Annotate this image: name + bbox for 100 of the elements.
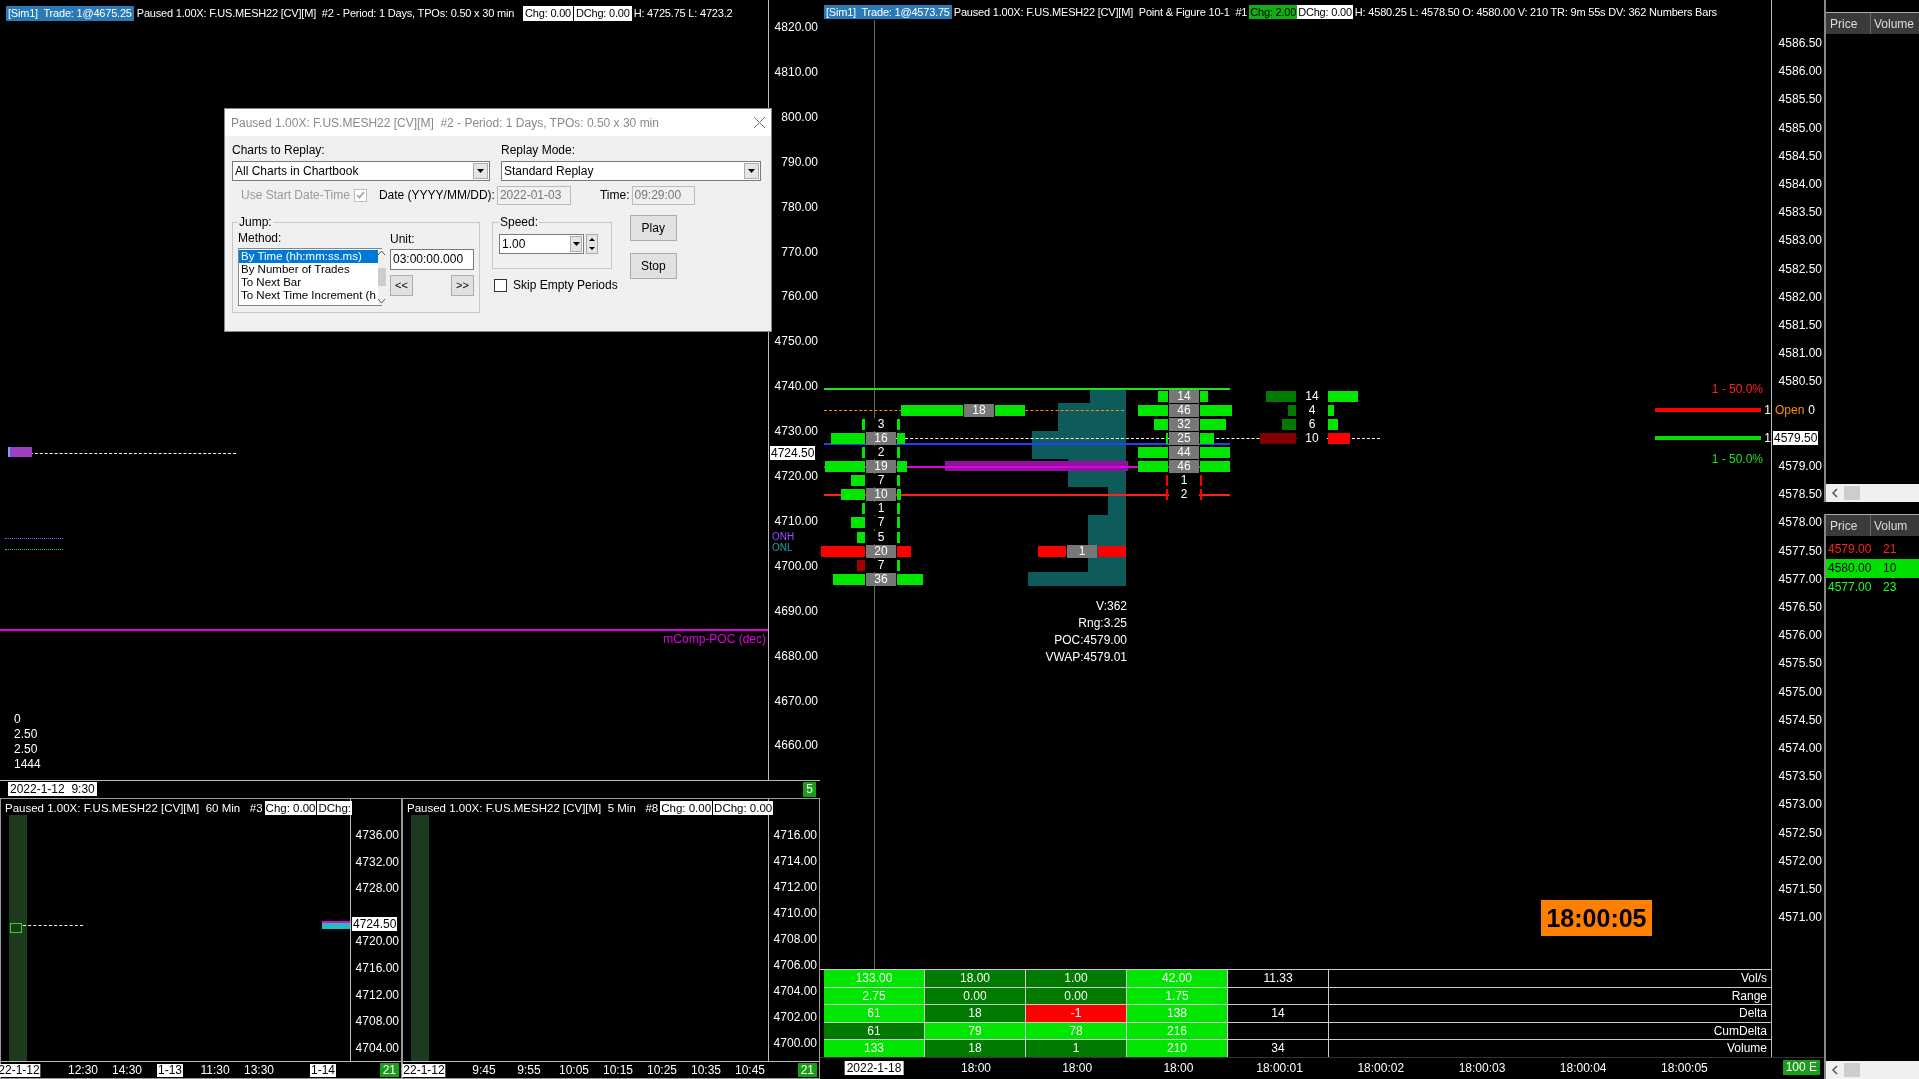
dropdown-button[interactable] bbox=[473, 163, 488, 179]
order-quantity: 1 bbox=[1764, 430, 1771, 445]
volume-profile-drawing bbox=[322, 921, 350, 929]
axis-label: 4576.00 bbox=[1778, 628, 1822, 643]
group-label: Jump: bbox=[238, 214, 273, 231]
time-axis-label: 9:55 bbox=[516, 1064, 542, 1077]
axis-label: 4573.00 bbox=[1778, 797, 1822, 812]
method-list-item[interactable]: By Number of Trades bbox=[239, 263, 378, 276]
footprint-cell: 18 bbox=[964, 403, 994, 417]
footprint-cell: 46 bbox=[1169, 403, 1199, 417]
field-label: Time: bbox=[599, 187, 630, 204]
field-label: Unit: bbox=[390, 232, 416, 246]
field-label: Date (YYYY/MM/DD): bbox=[378, 187, 495, 204]
axis-label: 4680.00 bbox=[774, 648, 818, 663]
volume-bar bbox=[1328, 390, 1358, 402]
volume-bar bbox=[901, 404, 963, 416]
level-line bbox=[5, 538, 63, 539]
stats-cell: -1 bbox=[1026, 1005, 1127, 1023]
level-label: ONH bbox=[772, 532, 795, 542]
scrollbar[interactable] bbox=[377, 249, 386, 305]
time-axis-label: 13:30 bbox=[243, 1064, 275, 1077]
axis-label: 4736.00 bbox=[355, 828, 399, 842]
volume-bar bbox=[1328, 432, 1350, 444]
unit-field[interactable]: 03:00:00.000 bbox=[390, 249, 474, 270]
footprint-cell: 10 bbox=[1297, 431, 1327, 445]
axis-label: 4710.00 bbox=[774, 513, 818, 528]
scrollbar-thumb[interactable] bbox=[1844, 486, 1860, 500]
time-axis-label: 18:00 bbox=[1062, 1061, 1093, 1075]
spin-down-icon[interactable] bbox=[589, 247, 595, 250]
axis-label: 4572.50 bbox=[1778, 825, 1822, 840]
play-button[interactable]: Play bbox=[629, 215, 677, 241]
spin-up-icon[interactable] bbox=[589, 238, 595, 241]
scroll-down-icon[interactable] bbox=[378, 299, 386, 303]
axis-label: 4584.00 bbox=[1778, 177, 1822, 191]
dropdown-select[interactable]: All Charts in Chartbook bbox=[232, 161, 490, 181]
price-cell-text: 4577.00 bbox=[1827, 579, 1871, 596]
axis-label: 4714.00 bbox=[773, 854, 817, 868]
dom-row[interactable]: 4579.00 21 bbox=[1826, 540, 1919, 559]
close-icon[interactable] bbox=[754, 117, 765, 128]
dropdown-select[interactable]: Standard Replay bbox=[501, 161, 761, 181]
axis-label: 4583.00 bbox=[1778, 233, 1822, 248]
axis-label: 4580.50 bbox=[1778, 374, 1822, 389]
scrollbar-thumb[interactable] bbox=[1844, 1063, 1860, 1077]
dropdown-button[interactable] bbox=[744, 163, 759, 179]
spin-buttons[interactable] bbox=[586, 234, 598, 254]
time-axis-label: 10:45 bbox=[734, 1064, 766, 1077]
checkbox-label: Use Start Date-Time bbox=[241, 187, 350, 204]
axis-label: 4704.00 bbox=[355, 1040, 399, 1055]
axis-label: 4690.00 bbox=[774, 603, 818, 618]
order-label: 1 - 50.0% bbox=[1711, 451, 1763, 466]
method-list-item[interactable]: To Next Bar bbox=[239, 276, 378, 289]
volume-bar bbox=[851, 517, 865, 529]
footprint-cell: 10 bbox=[866, 488, 896, 502]
stats-cell: 18 bbox=[925, 1040, 1026, 1058]
bar-counter: 21 bbox=[797, 1063, 817, 1077]
chart-title: Paused 1.00X: F.US.MESH22 [CV][M] 5 Min #8 bbox=[407, 801, 660, 815]
back-button[interactable]: << bbox=[390, 275, 413, 296]
group-label: Speed: bbox=[499, 214, 540, 231]
forward-button[interactable]: >> bbox=[451, 275, 474, 296]
bar-details: H: 4580.25 L: 4578.50 O: 4580.00 V: 210 TR: 9m 55s DV: 362 Numbers Bars bbox=[1353, 5, 1718, 19]
axis-label: 4810.00 bbox=[774, 64, 818, 79]
volume-bar bbox=[1288, 404, 1296, 416]
dom-row[interactable]: 4577.00 23 bbox=[1826, 578, 1919, 597]
volume-bar bbox=[897, 517, 900, 529]
axis-label: 4700.00 bbox=[774, 558, 818, 573]
stats-row-label: Volume bbox=[1329, 1040, 1771, 1058]
volume-bar bbox=[1282, 418, 1296, 430]
change-label: Chg: 0.00 bbox=[523, 6, 573, 21]
account-label: [Sim1] Trade: 1@4573.75 bbox=[824, 5, 952, 19]
volume-bar bbox=[897, 573, 923, 585]
scrollbar-thumb[interactable] bbox=[377, 268, 386, 286]
axis-label: 770.00 bbox=[781, 244, 818, 259]
stats-cell: 1.00 bbox=[1026, 970, 1127, 988]
volume-bar bbox=[857, 559, 865, 571]
dom-row[interactable]: 4580.00 10 bbox=[1826, 559, 1919, 578]
order-label: 1 - 50.0% bbox=[1711, 381, 1763, 396]
open-value: 0 bbox=[1808, 402, 1816, 417]
time-axis-label: 18:00:05 bbox=[1661, 1061, 1708, 1075]
price-marker: 4724.50 bbox=[352, 917, 398, 931]
volume-bar bbox=[1200, 404, 1232, 416]
axis-label: 4706.00 bbox=[773, 958, 817, 972]
stop-button[interactable]: Stop bbox=[629, 253, 677, 279]
stats-cell: 18.00 bbox=[925, 970, 1026, 988]
checkbox[interactable] bbox=[494, 278, 507, 292]
volume-bar bbox=[851, 475, 865, 487]
checkbox-label: Skip Empty Periods bbox=[513, 277, 618, 294]
axis-label: 4579.00 bbox=[1778, 459, 1822, 473]
high-low-label: H: 4725.75 L: 4723.2 bbox=[632, 6, 734, 21]
axis-label: 4574.50 bbox=[1778, 712, 1822, 727]
axis-label: 4750.00 bbox=[774, 334, 818, 349]
axis-label: 760.00 bbox=[781, 289, 818, 304]
scroll-up-icon[interactable] bbox=[378, 251, 386, 255]
method-list-item[interactable]: By Time (hh:mm:ss.ms) bbox=[239, 250, 378, 263]
volume-bar bbox=[841, 489, 865, 501]
dropdown-button[interactable] bbox=[570, 236, 582, 252]
speed-select[interactable]: 1.00 bbox=[499, 234, 584, 254]
volume-cell-text: 23 bbox=[1882, 579, 1897, 596]
axis-label: 4712.00 bbox=[773, 880, 817, 894]
bar-stat: V:362 bbox=[1096, 598, 1127, 615]
method-list-item[interactable]: To Next Time Increment (h bbox=[239, 289, 378, 302]
